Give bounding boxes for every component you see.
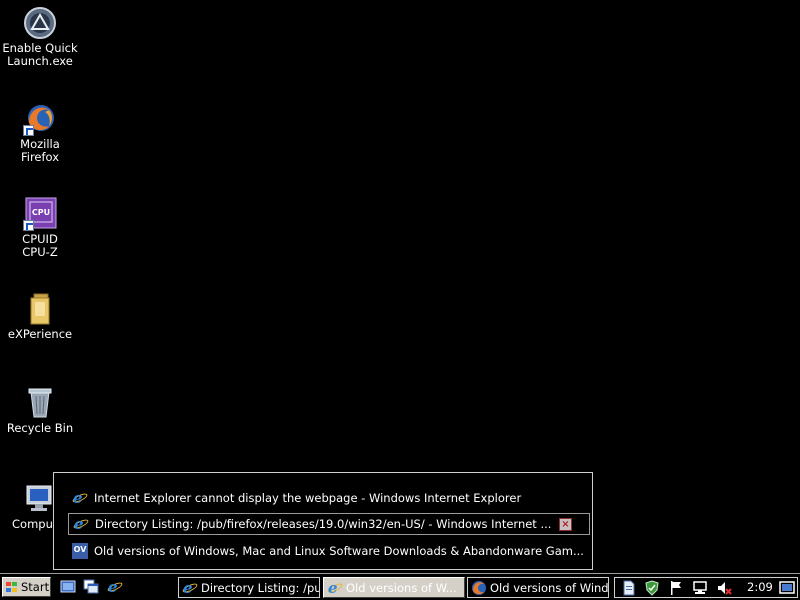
shortcut-arrow-icon — [23, 220, 34, 231]
show-desktop-icon[interactable] — [60, 579, 76, 595]
desktop-icon-mozilla-firefox[interactable]: Mozilla Firefox — [0, 102, 80, 164]
popup-item-label: Directory Listing: /pub/firefox/releases… — [95, 517, 552, 531]
recycle-bin-icon — [23, 386, 57, 420]
start-button[interactable]: Start — [2, 577, 51, 597]
popup-item-directory-listing[interactable]: e Directory Listing: /pub/firefox/releas… — [68, 513, 590, 535]
ie-icon: e — [71, 490, 89, 506]
popup-item-label: Old versions of Windows, Mac and Linux S… — [94, 544, 584, 558]
ie-icon: e — [326, 580, 344, 596]
desktop-icon-label: Firefox — [20, 150, 60, 164]
oldversion-icon: OV — [72, 543, 88, 559]
taskbar: Start e e Directory Listing: /pub... e O… — [0, 573, 800, 600]
desktop-icon-label: eXPerience — [7, 327, 73, 341]
task-button-old-versions-ie[interactable]: e Old versions of W... — [323, 577, 465, 598]
close-icon[interactable]: × — [559, 518, 572, 531]
start-label: Start — [21, 580, 50, 594]
desktop-icon-label: Recycle Bin — [6, 421, 74, 435]
desktop-icon-label: CPU-Z — [22, 245, 58, 259]
svg-text:CPU: CPU — [32, 208, 50, 217]
system-tray: 2:09 — [614, 577, 798, 598]
switch-windows-icon[interactable] — [83, 579, 99, 595]
folder-icon — [23, 292, 57, 326]
desktop-icon-label: Launch.exe — [7, 54, 73, 68]
popup-item-ie-cannot-display[interactable]: e Internet Explorer cannot display the w… — [68, 487, 590, 509]
desktop-icon-cpuz[interactable]: CPU CPUID CPU-Z — [0, 197, 80, 259]
desktop-icon-recycle-bin[interactable]: Recycle Bin — [0, 386, 80, 435]
shortcut-arrow-icon — [23, 125, 34, 136]
firefox-icon — [23, 102, 57, 136]
ie-icon: e — [181, 580, 199, 596]
security-shield-icon[interactable] — [644, 580, 660, 596]
task-button-old-versions-firefox[interactable]: Old versions of Windo... — [467, 577, 609, 598]
task-button-label: Old versions of Windo... — [490, 580, 608, 595]
volume-muted-icon[interactable] — [716, 580, 732, 596]
cpuz-icon: CPU — [23, 197, 57, 231]
app-exe-icon — [23, 6, 57, 40]
grouped-task-popup: e Internet Explorer cannot display the w… — [53, 472, 593, 570]
task-button-label: Directory Listing: /pub... — [201, 580, 319, 595]
desktop-icon-experience-folder[interactable]: eXPerience — [0, 292, 80, 341]
network-icon[interactable] — [692, 580, 708, 596]
ie-icon: e — [72, 516, 90, 532]
task-button-directory-listing[interactable]: e Directory Listing: /pub... — [178, 577, 320, 598]
desktop-icon-enable-quick-launch[interactable]: Enable Quick Launch.exe — [0, 6, 80, 68]
firefox-icon — [471, 580, 487, 596]
popup-item-label: Internet Explorer cannot display the web… — [94, 491, 522, 505]
action-center-flag-icon[interactable] — [668, 580, 684, 596]
show-desktop-button-icon[interactable] — [779, 580, 795, 596]
document-icon[interactable] — [621, 580, 637, 596]
windows-flag-icon — [6, 581, 18, 593]
computer-icon — [23, 482, 57, 516]
popup-item-old-versions[interactable]: OV Old versions of Windows, Mac and Linu… — [68, 540, 590, 562]
clock[interactable]: 2:09 — [747, 580, 773, 594]
task-button-label: Old versions of W... — [346, 580, 457, 595]
ie-quick-launch-icon[interactable]: e — [106, 579, 124, 595]
